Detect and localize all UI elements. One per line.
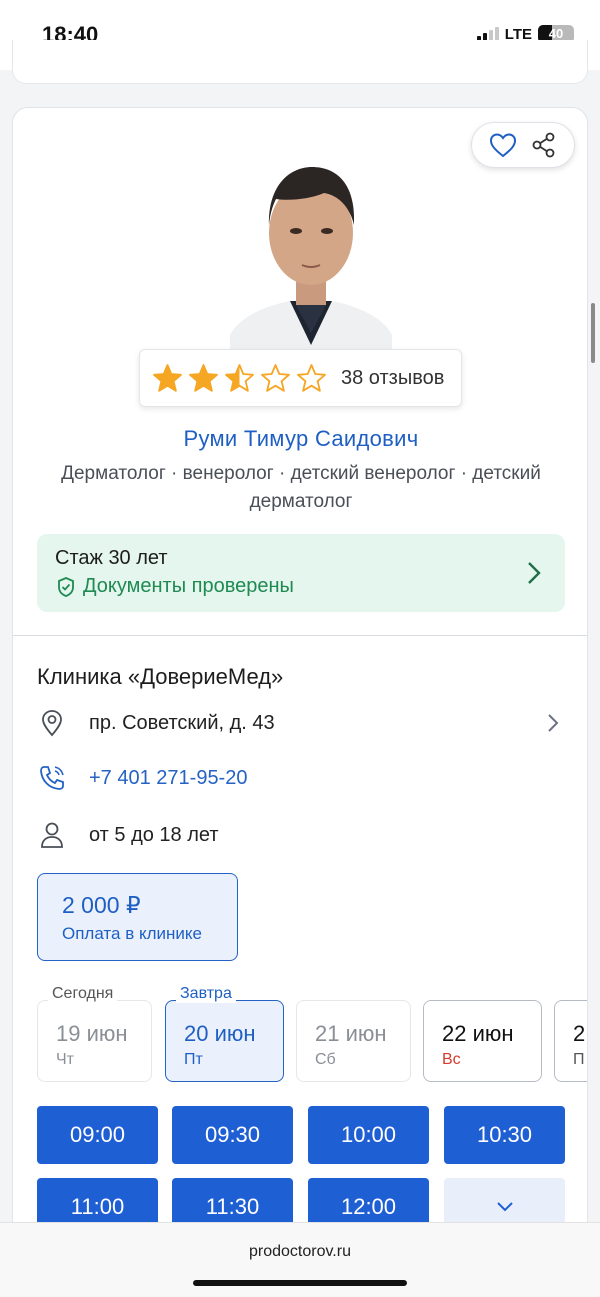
star-icon [261,363,290,392]
star-icon [153,363,182,392]
section-divider [13,635,587,636]
date-label: Завтра [176,985,236,1003]
scrollbar[interactable] [591,303,595,363]
patient-age-row: от 5 до 18 лет [37,820,565,850]
date-weekday: Чт [56,1051,74,1068]
date-weekday: П [573,1051,585,1068]
home-indicator[interactable] [193,1280,407,1286]
documents-verified: Документы проверены [55,575,294,598]
time-slot[interactable]: 10:30 [444,1106,565,1164]
date-label: Сегодня [48,985,118,1003]
date-next[interactable]: 2 П [554,1000,587,1082]
date-weekday: Сб [315,1051,336,1068]
browser-bottom-bar: prodoctorov.ru [0,1222,600,1297]
doctor-name[interactable]: Руми Тимур Саидович [13,426,587,452]
clinic-phone[interactable]: +7 401 271-95-20 [89,767,247,790]
url-bar[interactable]: prodoctorov.ru [0,1243,600,1261]
doctor-card: 38 отзывов Руми Тимур Саидович Дерматоло… [12,107,588,1247]
clinic-name: Клиника «ДовериеМед» [37,664,284,689]
date-day: 20 июн [184,1021,256,1046]
date-19-jun: Сегодня 19 июн Чт [37,985,152,1082]
documents-verified-label: Документы проверены [83,575,294,597]
date-day: 22 июн [442,1021,514,1046]
star-icon [297,363,326,392]
reviews-count[interactable]: 38 отзывов [341,367,444,390]
chevron-right-icon [548,714,559,732]
date-21-jun: 21 июн Сб [296,1000,411,1082]
doctor-photo [230,155,392,353]
date-day: 2 [573,1021,586,1046]
date-day: 21 июн [315,1021,387,1046]
star-icon [189,363,218,392]
chevron-down-icon [496,1202,513,1212]
previous-card [12,40,588,84]
experience-panel[interactable]: Стаж 30 лет Документы проверены [37,534,565,612]
share-icon[interactable] [529,130,559,160]
price-option[interactable]: 2 000 ₽ Оплата в клинике [37,873,238,961]
time-slot[interactable]: 09:00 [37,1106,158,1164]
date-weekday: Вс [442,1051,461,1068]
time-slot[interactable]: 10:00 [308,1106,429,1164]
date-20-jun[interactable]: Завтра 20 июн Пт [165,985,284,1082]
date-picker: Сегодня 19 июн Чт Завтра 20 июн Пт 21 ию… [37,985,587,1088]
time-slot[interactable]: 09:30 [172,1106,293,1164]
date-day: 19 июн [56,1021,128,1046]
clinic-address-row[interactable]: пр. Советский, д. 43 [37,708,565,738]
star-icon [225,363,254,392]
card-actions [471,122,575,168]
phone-icon [37,763,67,793]
doctor-specialties: Дерматолог · венеролог · детский венерол… [61,463,541,512]
clinic-address: пр. Советский, д. 43 [89,711,275,734]
shield-check-icon [58,576,74,597]
experience-text: Стаж 30 лет [55,547,168,569]
rating-badge[interactable]: 38 отзывов [139,349,462,407]
person-icon [37,820,67,850]
chevron-right-icon [528,562,541,584]
rating-stars [152,363,327,394]
location-pin-icon [37,708,67,738]
clinic-phone-row[interactable]: +7 401 271-95-20 [37,763,565,793]
signal-icon [476,27,499,41]
price-value: 2 000 ₽ [62,892,141,918]
payment-method: Оплата в клинике [62,924,202,943]
heart-icon[interactable] [488,130,518,160]
date-22-jun[interactable]: 22 июн Вс [423,1000,542,1082]
date-weekday: Пт [184,1051,203,1068]
patient-age: от 5 до 18 лет [89,823,219,846]
